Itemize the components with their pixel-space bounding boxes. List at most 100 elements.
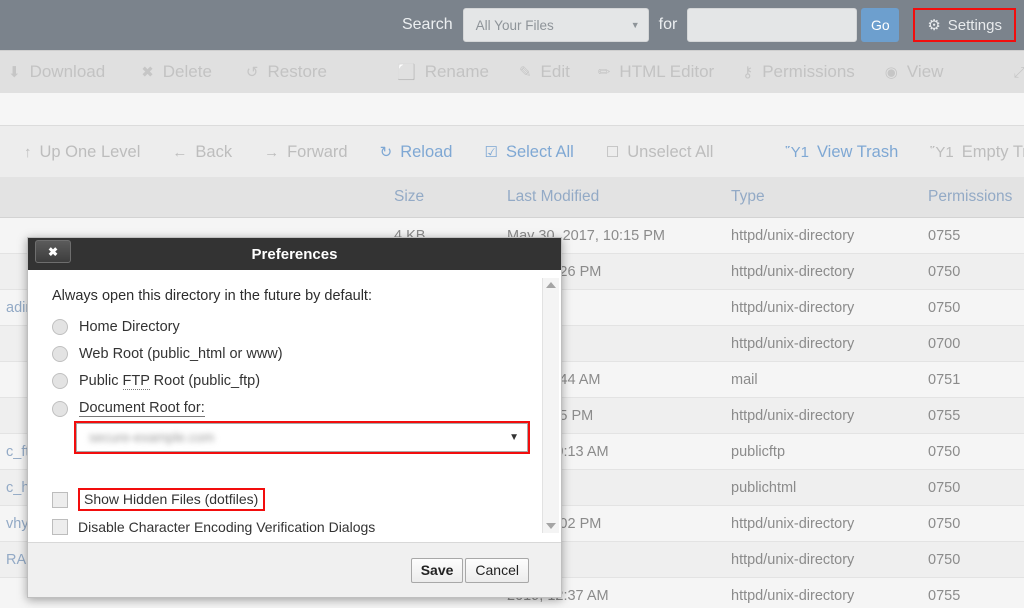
nav-label: Unselect All bbox=[627, 143, 713, 162]
view-icon: ◉ bbox=[885, 63, 898, 81]
nav-view-trash[interactable]: Ὕ1 View Trash bbox=[785, 143, 898, 162]
html-editor-icon: ✏ bbox=[598, 63, 611, 81]
nav-label: View Trash bbox=[817, 143, 898, 162]
rename-icon: ⬜ bbox=[397, 63, 416, 81]
action-label: Delete bbox=[163, 62, 212, 82]
action-label: HTML Editor bbox=[619, 62, 714, 82]
search-scope-select[interactable]: All Your Files ▼ bbox=[463, 8, 649, 42]
dialog-intro-text: Always open this directory in the future… bbox=[52, 288, 561, 304]
cell-type: httpd/unix-directory bbox=[723, 300, 928, 316]
settings-button[interactable]: ⚙ Settings bbox=[913, 8, 1016, 42]
preferences-dialog: ✖ Preferences Always open this directory… bbox=[27, 237, 562, 598]
radio-public-ftp-root[interactable]: Public FTP Root (public_ftp) bbox=[52, 373, 561, 389]
scroll-up-arrow-icon[interactable] bbox=[546, 282, 556, 288]
dialog-footer: Save Cancel bbox=[28, 542, 561, 597]
checkbox-disable-encoding-dialogs[interactable]: Disable Character Encoding Verification … bbox=[52, 519, 561, 535]
permissions-icon: ⚷ bbox=[742, 63, 753, 81]
search-go-button[interactable]: Go bbox=[861, 8, 899, 42]
file-action-toolbar: ⬇Download ✖Delete ↺ Restore ⬜ Rename ✎ Edit ✏ HTM… bbox=[0, 50, 1024, 93]
action-extract[interactable]: ⤢Extract bbox=[1013, 62, 1024, 82]
extract-icon: ⤢ bbox=[1013, 64, 1024, 81]
nav-empty-trash[interactable]: Ὕ1 Empty Trash bbox=[930, 143, 1024, 162]
cell-type: httpd/unix-directory bbox=[723, 552, 928, 568]
action-view[interactable]: ◉View bbox=[885, 62, 944, 82]
column-header-type[interactable]: Type bbox=[723, 188, 928, 206]
radio-home-directory[interactable]: Home Directory bbox=[52, 319, 561, 335]
table-header-row: Size Last Modified Type Permissions bbox=[0, 177, 1024, 218]
action-label: Restore bbox=[267, 62, 327, 82]
document-root-value: secure-example.com bbox=[89, 430, 214, 445]
up-one-level-icon: ↑ bbox=[24, 144, 32, 161]
select-all-icon: ☑ bbox=[484, 143, 497, 161]
empty-trash-icon: Ὕ1 bbox=[930, 144, 953, 161]
spacer bbox=[52, 454, 561, 480]
nav-label: Forward bbox=[287, 143, 348, 162]
checkbox-icon[interactable] bbox=[52, 519, 68, 535]
cancel-button[interactable]: Cancel bbox=[465, 558, 529, 583]
action-restore[interactable]: ↺ Restore bbox=[246, 62, 327, 82]
radio-label: Public FTP Root (public_ftp) bbox=[79, 373, 260, 389]
radio-web-root[interactable]: Web Root (public_html or www) bbox=[52, 346, 561, 362]
cell-permissions: 0750 bbox=[928, 264, 1024, 280]
edit-icon: ✎ bbox=[519, 63, 532, 81]
back-icon: ← bbox=[172, 144, 187, 161]
radio-document-root[interactable]: Document Root for: bbox=[52, 400, 561, 417]
radio-icon[interactable] bbox=[52, 373, 68, 389]
settings-label: Settings bbox=[948, 17, 1002, 34]
column-header-permissions[interactable]: Permissions bbox=[928, 188, 1024, 206]
action-permissions[interactable]: ⚷Permissions bbox=[742, 62, 855, 82]
cell-permissions: 0755 bbox=[928, 228, 1024, 244]
action-edit[interactable]: ✎ Edit bbox=[519, 62, 570, 82]
document-root-select[interactable]: secure-example.com ▼ bbox=[76, 423, 528, 452]
column-header-modified[interactable]: Last Modified bbox=[495, 188, 723, 206]
nav-label: Select All bbox=[506, 143, 574, 162]
nav-unselect-all[interactable]: ☐ Unselect All bbox=[606, 143, 714, 162]
chevron-down-icon: ▼ bbox=[631, 20, 640, 30]
search-input[interactable] bbox=[687, 8, 857, 42]
dialog-body: Always open this directory in the future… bbox=[28, 270, 561, 542]
dialog-titlebar: ✖ Preferences bbox=[28, 238, 561, 270]
column-header-size[interactable]: Size bbox=[380, 188, 495, 206]
dialog-title: Preferences bbox=[252, 246, 338, 263]
action-label: Rename bbox=[425, 62, 489, 82]
close-icon[interactable]: ✖ bbox=[35, 240, 71, 263]
dialog-scrollbar[interactable] bbox=[542, 278, 559, 533]
nav-up-one-level[interactable]: ↑ Up One Level bbox=[24, 143, 140, 162]
radio-icon[interactable] bbox=[52, 346, 68, 362]
action-rename[interactable]: ⬜ Rename bbox=[397, 62, 489, 82]
nav-label: Empty Trash bbox=[962, 143, 1024, 162]
cell-type: httpd/unix-directory bbox=[723, 588, 928, 604]
scroll-down-arrow-icon[interactable] bbox=[546, 523, 556, 529]
radio-label: Document Root for: bbox=[79, 400, 205, 417]
unselect-all-icon: ☐ bbox=[606, 143, 619, 161]
cell-type: mail bbox=[723, 372, 928, 388]
gear-icon: ⚙ bbox=[927, 16, 940, 34]
nav-back[interactable]: ← Back bbox=[172, 143, 232, 162]
action-label: Edit bbox=[541, 62, 570, 82]
action-download[interactable]: ⬇Download bbox=[8, 62, 105, 82]
search-for-label: for bbox=[659, 16, 678, 34]
radio-icon[interactable] bbox=[52, 319, 68, 335]
action-delete[interactable]: ✖Delete bbox=[141, 62, 212, 82]
cell-type: httpd/unix-directory bbox=[723, 228, 928, 244]
checkbox-icon[interactable] bbox=[52, 492, 68, 508]
document-root-select-highlight: secure-example.com ▼ bbox=[74, 421, 530, 454]
chevron-down-icon: ▼ bbox=[509, 432, 519, 443]
cell-permissions: 0751 bbox=[928, 372, 1024, 388]
nav-reload[interactable]: ↻Reload bbox=[380, 143, 453, 162]
cell-type: httpd/unix-directory bbox=[723, 516, 928, 532]
nav-label: Up One Level bbox=[40, 143, 141, 162]
checkbox-show-hidden-files[interactable]: Show Hidden Files (dotfiles) bbox=[52, 488, 561, 511]
forward-icon: → bbox=[264, 144, 279, 161]
save-button[interactable]: Save bbox=[411, 558, 464, 583]
radio-icon[interactable] bbox=[52, 401, 68, 417]
nav-label: Back bbox=[195, 143, 232, 162]
restore-icon: ↺ bbox=[246, 63, 259, 81]
nav-forward[interactable]: → Forward bbox=[264, 143, 348, 162]
top-search-bar: Search All Your Files ▼ for Go ⚙ Setting… bbox=[0, 0, 1024, 50]
nav-select-all[interactable]: ☑ Select All bbox=[484, 143, 573, 162]
radio-label: Web Root (public_html or www) bbox=[79, 346, 283, 362]
view-trash-icon: Ὕ1 bbox=[785, 144, 808, 161]
action-html-editor[interactable]: ✏ HTML Editor bbox=[598, 62, 714, 82]
cell-type: httpd/unix-directory bbox=[723, 264, 928, 280]
